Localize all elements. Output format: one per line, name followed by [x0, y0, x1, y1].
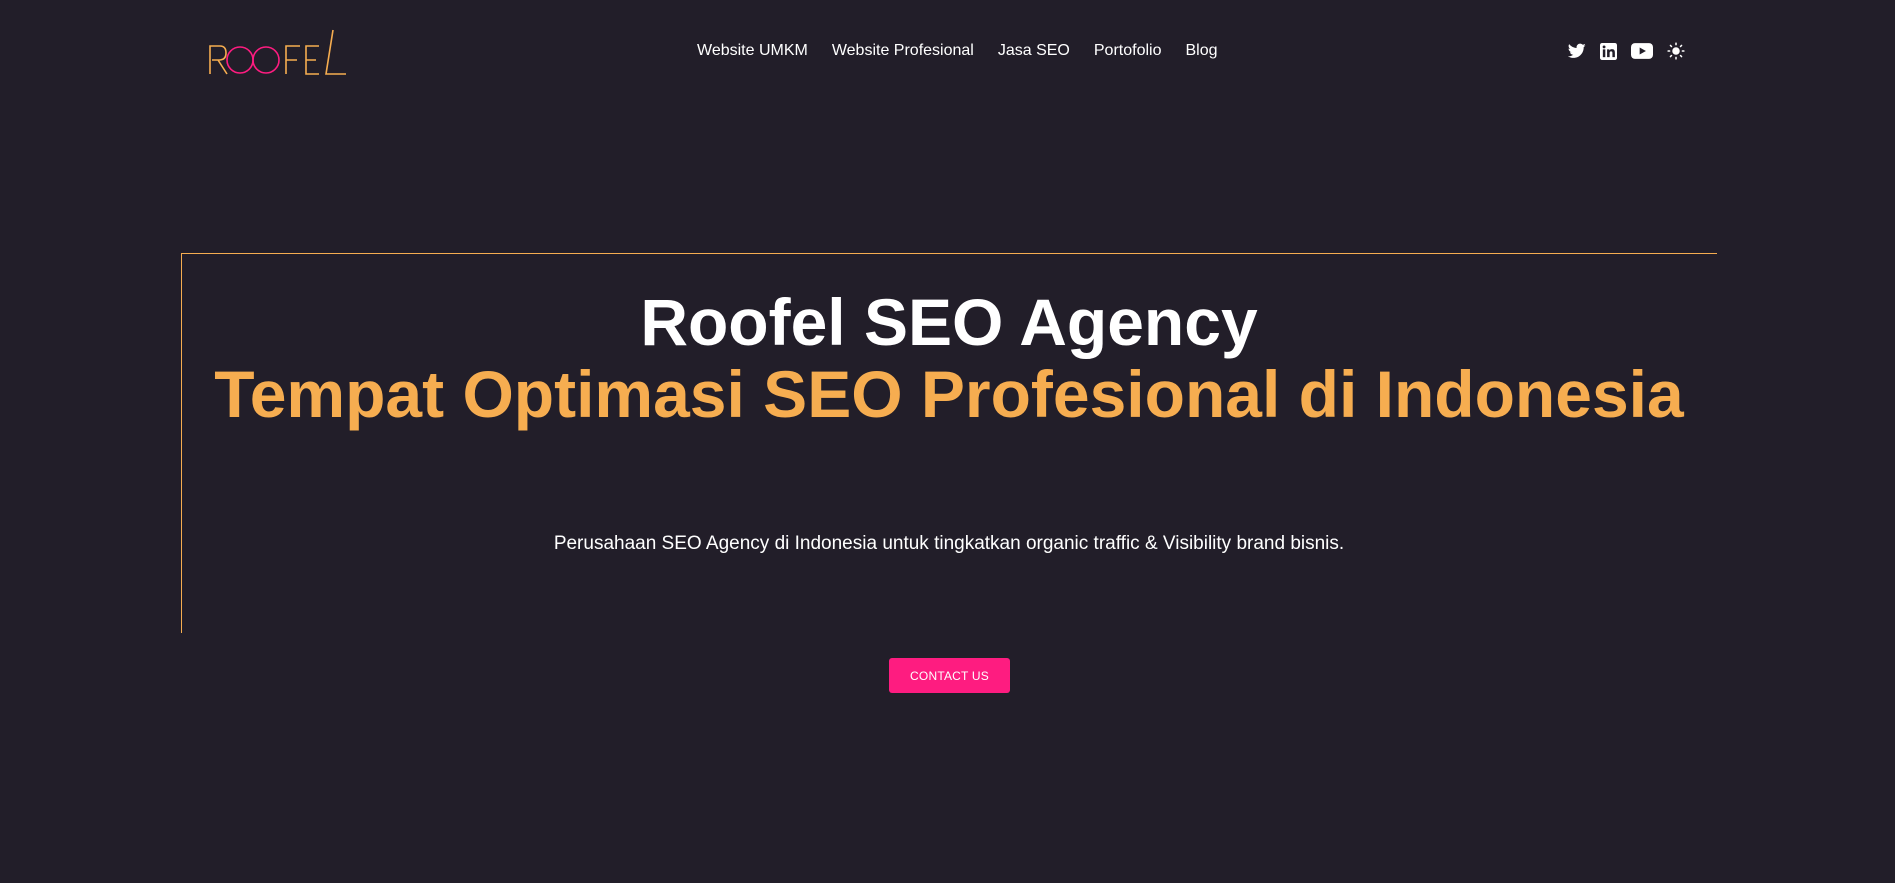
page: Website UMKM Website Profesional Jasa SE… [0, 0, 1895, 883]
hero-title-line1: Roofel SEO Agency [640, 285, 1258, 359]
hero-title-line2: Tempat Optimasi SEO Profesional di Indon… [214, 357, 1684, 431]
hero-title: Roofel SEO Agency Tempat Optimasi SEO Pr… [181, 286, 1717, 430]
nav-item-portofolio[interactable]: Portofolio [1094, 40, 1162, 62]
nav-item-jasa-seo[interactable]: Jasa SEO [998, 40, 1070, 62]
youtube-icon[interactable] [1631, 43, 1653, 59]
twitter-icon[interactable] [1568, 43, 1586, 59]
hero-subtitle: Perusahaan SEO Agency di Indonesia untuk… [553, 533, 1345, 554]
nav-item-website-profesional[interactable]: Website Profesional [832, 40, 974, 62]
site-header: Website UMKM Website Profesional Jasa SE… [0, 0, 1895, 104]
nav-item-blog[interactable]: Blog [1185, 40, 1217, 62]
main-nav: Website UMKM Website Profesional Jasa SE… [697, 40, 1218, 62]
contact-us-button[interactable]: CONTACT US [889, 658, 1010, 693]
sun-icon[interactable] [1667, 42, 1685, 60]
linkedin-icon[interactable] [1600, 42, 1617, 60]
header-icons [1568, 42, 1685, 60]
roofel-logo[interactable] [208, 28, 348, 80]
nav-item-website-umkm[interactable]: Website UMKM [697, 40, 808, 62]
